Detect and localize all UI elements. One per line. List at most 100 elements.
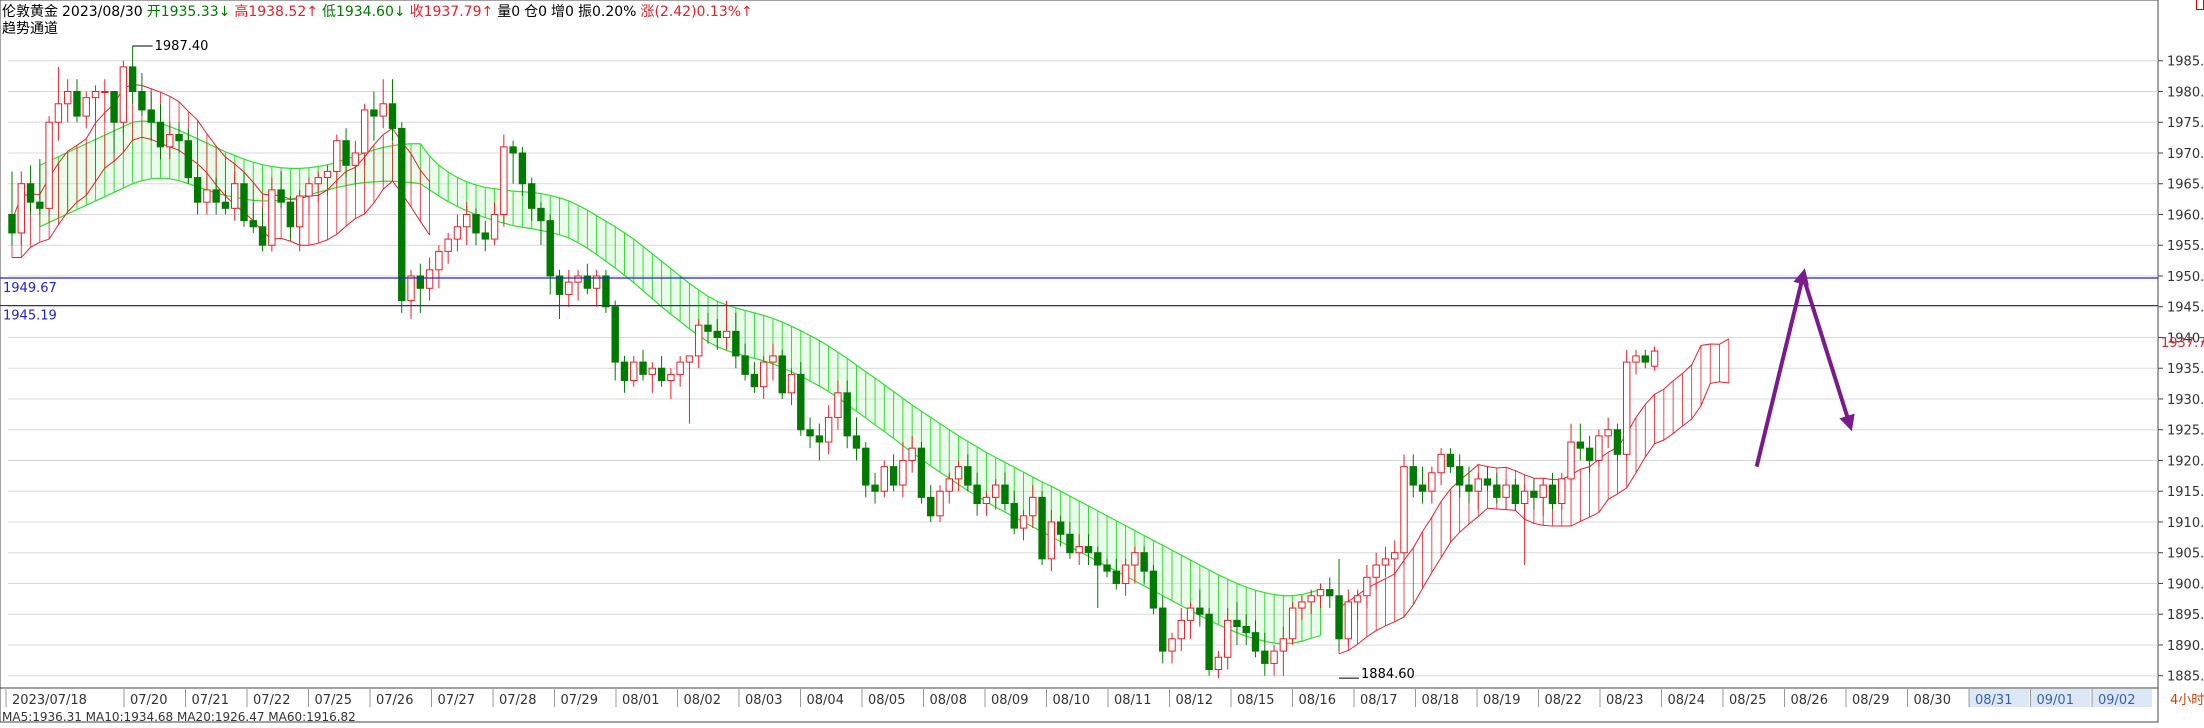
candle-body [1001, 484, 1009, 505]
x-tick-label: 08/19 [1483, 693, 1520, 708]
x-tick-label: 08/05 [868, 693, 905, 708]
candle-body [1576, 441, 1585, 449]
y-tick-label: 1950.0 [2167, 270, 2204, 285]
y-tick-label: 1945.0 [2167, 301, 2204, 316]
candle-body [1391, 552, 1399, 560]
candle-body [323, 170, 332, 179]
candle-body [1539, 484, 1547, 498]
candle-body [314, 177, 322, 185]
candle [1502, 478, 1510, 510]
y-tick-label: 1920.0 [2167, 454, 2204, 469]
candle-body [1474, 478, 1482, 492]
x-tick-label: 07/28 [499, 693, 536, 708]
candle-body [1270, 650, 1278, 664]
candle-body [1446, 453, 1455, 468]
x-tick-label: 08/23 [1606, 693, 1643, 708]
y-tick-label: 1885.0 [2167, 670, 2204, 685]
x-tick-label: 08/22 [1545, 693, 1582, 708]
candle-body [1400, 466, 1408, 554]
candle-body [500, 146, 508, 215]
candle-body [1196, 607, 1204, 615]
candle-body [1567, 441, 1575, 480]
candle [695, 319, 703, 369]
candle-body [1159, 607, 1167, 652]
candle-body [212, 189, 220, 203]
x-tick-label: 08/03 [745, 693, 782, 708]
candle [862, 442, 870, 498]
candle-body [1613, 429, 1622, 455]
x-tick-label: 08/25 [1729, 693, 1766, 708]
candle [379, 79, 387, 129]
candle-body [1595, 435, 1603, 461]
candle [806, 417, 814, 449]
candle-body [917, 447, 926, 498]
candle-body [1530, 490, 1538, 498]
candle [1428, 466, 1436, 504]
candle [1623, 349, 1631, 461]
x-tick-label: 08/15 [1237, 693, 1274, 708]
candle-body [1094, 552, 1102, 566]
quote-date: 2023/08/30 [62, 4, 143, 20]
x-tick-label: 09/01 [2037, 693, 2074, 708]
x-tick-label: 07/25 [315, 693, 352, 708]
candle-body [490, 213, 499, 240]
candle [1548, 472, 1557, 510]
candle [425, 257, 434, 301]
candle [1511, 478, 1520, 510]
candle-body [101, 90, 109, 93]
x-tick-label: 07/22 [253, 693, 290, 708]
candle-body [1409, 466, 1417, 486]
candle [1168, 632, 1176, 664]
candle-body [1047, 521, 1056, 560]
candle [815, 423, 824, 461]
candle-body [1465, 484, 1473, 492]
candle [1465, 466, 1473, 504]
candle [295, 189, 304, 252]
candle-body [741, 355, 749, 375]
candle-body [611, 306, 619, 363]
candle-body [425, 269, 434, 289]
candle-body [379, 103, 387, 117]
y-tick-label: 1935.0 [2167, 362, 2204, 377]
candle-body [305, 183, 313, 197]
x-tick-label: 07/20 [130, 693, 167, 708]
candle-body [1650, 350, 1659, 367]
candle-body [815, 435, 824, 443]
candle [583, 263, 592, 295]
candle-body [1233, 619, 1241, 628]
candle-body [1493, 484, 1501, 498]
candle-body [824, 416, 833, 443]
x-tick-label: 08/24 [1668, 693, 1705, 708]
candle-body [1632, 355, 1640, 363]
candle-body [1418, 484, 1427, 492]
candle [592, 269, 601, 307]
candle-body [1316, 589, 1325, 597]
candle-body [1131, 552, 1139, 566]
candle-body [63, 90, 72, 105]
candle-body [1223, 619, 1232, 658]
low-value: 低1934.60↓ [321, 4, 406, 20]
candle-body [685, 355, 694, 363]
candle [500, 134, 508, 227]
candle [1149, 565, 1158, 615]
candle-body [8, 213, 16, 234]
candle-body [806, 429, 814, 437]
candle-body [370, 109, 378, 117]
x-tick-label: 07/27 [438, 693, 475, 708]
candle [1418, 466, 1427, 504]
candle-body [1502, 484, 1510, 498]
candle-body [221, 201, 230, 209]
candle [1530, 478, 1538, 510]
candle [286, 196, 295, 240]
candle-body [110, 90, 118, 123]
candle-body [1353, 595, 1362, 603]
candle-body [258, 226, 267, 246]
candle-body [889, 466, 898, 486]
candle [1493, 472, 1501, 504]
corner-marker-icon[interactable] [2196, 0, 2204, 10]
candle [1270, 644, 1278, 676]
candle-body [91, 90, 100, 99]
candle-body [240, 183, 248, 222]
timeframe-label: 4小时 [2170, 693, 2204, 708]
candle [1613, 423, 1622, 461]
